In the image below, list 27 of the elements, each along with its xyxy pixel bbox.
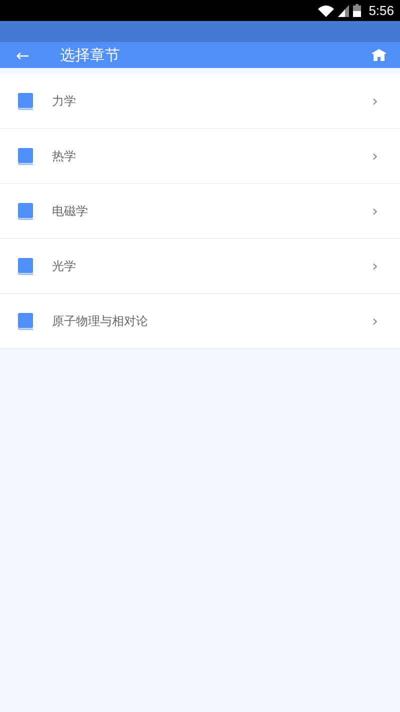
chevron-icon: › <box>372 312 378 330</box>
home-icon[interactable] <box>372 49 386 61</box>
chevron-icon: › <box>372 92 378 110</box>
chapter-item[interactable]: 热学 › <box>0 129 400 184</box>
chapter-title: 力学 <box>52 92 77 110</box>
chevron-icon: › <box>372 202 378 220</box>
chapter-item[interactable]: 电磁学 › <box>0 184 400 239</box>
status-time: 5:56 <box>368 3 394 18</box>
chevron-icon: › <box>372 147 378 165</box>
back-button[interactable]: ← <box>16 46 60 64</box>
book-icon <box>18 202 33 220</box>
page-title: 选择章节 <box>60 46 121 64</box>
chapter-item[interactable]: 光学 › <box>0 239 400 294</box>
book-icon <box>18 148 33 164</box>
chapter-item[interactable]: 力学 › <box>0 74 400 129</box>
chapter-title: 热学 <box>52 148 77 164</box>
chapter-title: 电磁学 <box>52 202 89 220</box>
chevron-icon: › <box>372 257 378 275</box>
chapter-item[interactable]: 原子物理与相对论 › <box>0 294 400 349</box>
book-icon <box>18 258 33 274</box>
book-icon <box>18 92 33 110</box>
battery-icon <box>352 4 361 17</box>
chapter-title: 光学 <box>52 258 77 274</box>
chapter-title: 原子物理与相对论 <box>52 312 149 330</box>
wifi-icon <box>318 4 334 16</box>
book-icon <box>18 312 33 330</box>
signal-icon <box>338 4 349 16</box>
